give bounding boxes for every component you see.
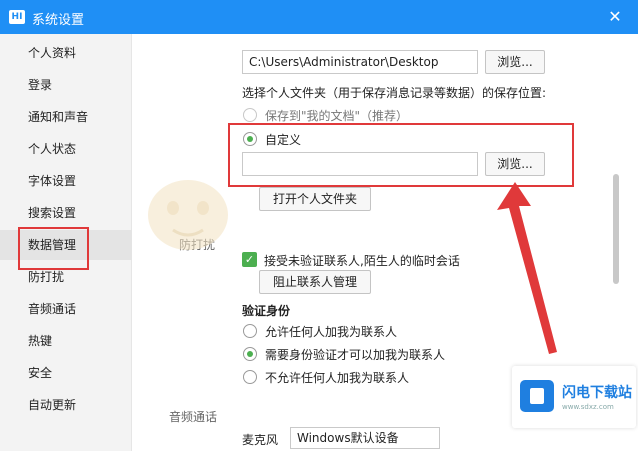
radio-my-documents-label: 保存到"我的文档"（推荐）: [265, 109, 409, 123]
microphone-label: 麦克风: [242, 433, 279, 447]
sidebar-item-font[interactable]: 字体设置: [0, 166, 132, 196]
sidebar-item-status[interactable]: 个人状态: [0, 134, 132, 164]
settings-sidebar: 个人资料 登录 通知和声音 个人状态 字体设置 搜索设置 数据管理 防打扰 音频…: [0, 34, 132, 451]
accept-temp-chat-checkbox[interactable]: ✓: [242, 252, 257, 267]
record-path-field[interactable]: [242, 50, 478, 74]
download-site-badge: 闪电下载站 www.sdxz.com: [512, 366, 636, 428]
sidebar-item-search[interactable]: 搜索设置: [0, 198, 132, 228]
radio-allow-none-label: 不允许任何人加我为联系人: [265, 371, 410, 385]
sidebar-item-anti-disturb[interactable]: 防打扰: [0, 262, 132, 292]
custom-browse-button[interactable]: 浏览...: [485, 152, 545, 176]
radio-require-verification-label: 需要身份验证才可以加我为联系人: [265, 348, 446, 362]
sidebar-item-auto-update[interactable]: 自动更新: [0, 390, 132, 420]
sidebar-item-data-management[interactable]: 数据管理: [0, 230, 132, 260]
sidebar-item-hotkeys[interactable]: 热键: [0, 326, 132, 356]
radio-my-documents[interactable]: [243, 108, 257, 122]
title-bar: HI 系统设置 ✕: [0, 0, 638, 34]
radio-custom-label: 自定义: [265, 133, 302, 147]
radio-require-verification[interactable]: [243, 347, 257, 361]
download-site-url: www.sdxz.com: [562, 403, 614, 411]
custom-path-field[interactable]: [242, 152, 478, 176]
open-personal-folder-button[interactable]: 打开个人文件夹: [259, 187, 371, 211]
radio-allow-anyone[interactable]: [243, 324, 257, 338]
close-button[interactable]: ✕: [604, 6, 626, 28]
microphone-device-select[interactable]: Windows默认设备: [290, 427, 440, 449]
radio-custom[interactable]: [243, 132, 257, 146]
sidebar-item-profile[interactable]: 个人资料: [0, 38, 132, 68]
verify-identity-title: 验证身份: [242, 304, 291, 318]
sidebar-item-audio-call[interactable]: 音频通话: [0, 294, 132, 324]
sidebar-item-login[interactable]: 登录: [0, 70, 132, 100]
audio-section-title: 音频通话: [169, 410, 218, 424]
block-contacts-button[interactable]: 阻止联系人管理: [259, 270, 371, 294]
accept-temp-chat-label: 接受未验证联系人,陌生人的临时会话: [264, 254, 460, 268]
sidebar-item-notifications[interactable]: 通知和声音: [0, 102, 132, 132]
sidebar-item-security[interactable]: 安全: [0, 358, 132, 388]
folder-location-prompt: 选择个人文件夹（用于保存消息记录等数据）的保存位置:: [242, 86, 547, 100]
radio-allow-anyone-label: 允许任何人加我为联系人: [265, 325, 398, 339]
anti-disturb-section-title: 防打扰: [179, 238, 216, 252]
app-logo-icon: HI: [9, 10, 25, 24]
download-site-logo-icon: [520, 380, 554, 412]
window-title: 系统设置: [32, 13, 85, 28]
browse-button[interactable]: 浏览...: [485, 50, 545, 74]
radio-allow-none[interactable]: [243, 370, 257, 384]
download-site-name: 闪电下载站: [562, 385, 632, 401]
red-arrow-icon: [497, 182, 557, 354]
content-scrollbar[interactable]: [613, 174, 619, 284]
